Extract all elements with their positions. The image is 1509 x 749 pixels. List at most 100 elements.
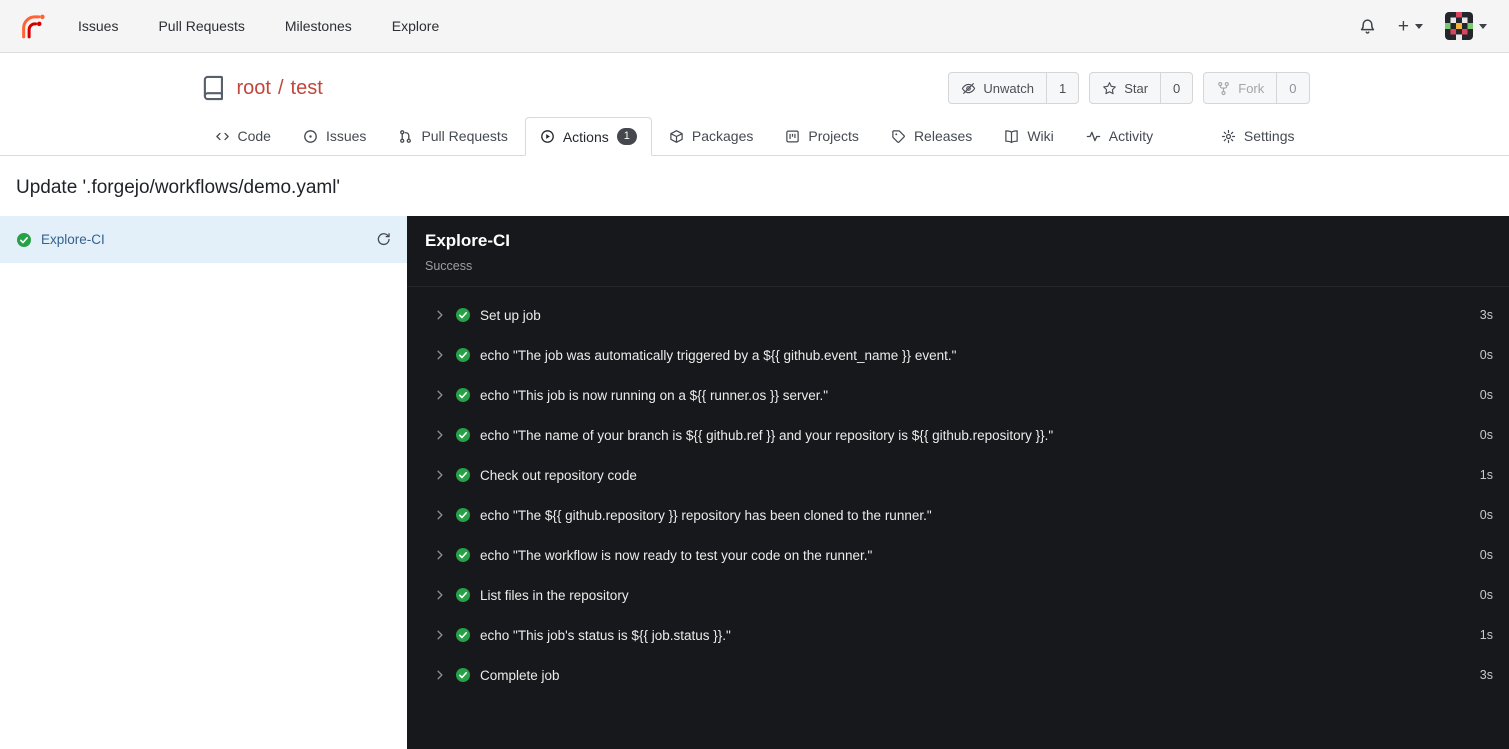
repo-owner-link[interactable]: root	[237, 77, 271, 100]
tab-settings[interactable]: Settings	[1206, 117, 1310, 155]
jobs-sidebar: Explore-CI	[0, 216, 407, 749]
chevron-right-icon[interactable]	[434, 509, 446, 521]
step-row[interactable]: echo "This job is now running on a ${{ r…	[407, 375, 1509, 415]
chevron-right-icon[interactable]	[434, 589, 446, 601]
chevron-right-icon[interactable]	[434, 669, 446, 681]
repo-title: root / test	[237, 77, 323, 100]
repo-path-separator: /	[277, 76, 284, 99]
step-name: echo "The workflow is now ready to test …	[480, 547, 873, 563]
job-name: Explore-CI	[41, 232, 105, 247]
avatar	[1445, 12, 1473, 40]
star-button-group: Star 0	[1089, 72, 1194, 104]
tab-issues[interactable]: Issues	[288, 117, 381, 155]
step-duration: 1s	[1479, 628, 1493, 642]
success-check-icon	[456, 388, 470, 402]
tab-wiki[interactable]: Wiki	[989, 117, 1068, 155]
step-row[interactable]: Set up job 3s	[407, 295, 1509, 335]
nav-link-pull-requests[interactable]: Pull Requests	[158, 18, 244, 34]
success-check-icon	[456, 308, 470, 322]
step-row[interactable]: echo "The name of your branch is ${{ git…	[407, 415, 1509, 455]
chevron-right-icon[interactable]	[434, 309, 446, 321]
repo-name-link[interactable]: test	[291, 77, 323, 100]
repo-action-buttons: Unwatch 1 Star 0 Fork 0	[948, 72, 1310, 104]
eye-slash-icon	[962, 82, 976, 94]
watchers-count[interactable]: 1	[1045, 73, 1078, 103]
unwatch-label: Unwatch	[983, 80, 1034, 96]
run-body: Explore-CI Explore-CI Success Set up job…	[0, 216, 1509, 749]
chevron-down-icon	[1479, 23, 1487, 29]
nav-link-issues[interactable]: Issues	[78, 18, 118, 34]
repo-book-icon	[200, 75, 226, 101]
unwatch-button[interactable]: Unwatch	[949, 73, 1046, 103]
success-check-icon	[456, 548, 470, 562]
unwatch-button-group: Unwatch 1	[948, 72, 1080, 104]
gear-icon	[1221, 129, 1236, 143]
star-button[interactable]: Star	[1090, 73, 1160, 103]
step-row[interactable]: Complete job 3s	[407, 655, 1509, 695]
chevron-right-icon[interactable]	[434, 429, 446, 441]
navbar-right: +	[1359, 12, 1487, 40]
rerun-job-icon[interactable]	[376, 232, 391, 247]
success-check-icon	[456, 468, 470, 482]
step-row[interactable]: echo "This job's status is ${{ job.statu…	[407, 615, 1509, 655]
nav-link-explore[interactable]: Explore	[392, 18, 439, 34]
create-new-button[interactable]: +	[1398, 17, 1423, 36]
chevron-right-icon[interactable]	[434, 389, 446, 401]
job-list-item-explore-ci[interactable]: Explore-CI	[0, 216, 407, 263]
notifications-bell-icon[interactable]	[1359, 18, 1376, 35]
forgejo-logo-icon[interactable]	[18, 11, 48, 41]
plus-icon: +	[1397, 15, 1409, 37]
star-label: Star	[1124, 80, 1149, 96]
step-name: echo "This job is now running on a ${{ r…	[480, 387, 829, 403]
chevron-right-icon[interactable]	[434, 469, 446, 481]
tab-packages[interactable]: Packages	[654, 117, 768, 155]
step-row[interactable]: echo "The ${{ github.repository }} repos…	[407, 495, 1509, 535]
step-row[interactable]: Check out repository code 1s	[407, 455, 1509, 495]
step-name: Complete job	[480, 667, 560, 683]
tab-actions[interactable]: Actions 1	[524, 117, 652, 156]
repo-tabs-bar: Code Issues Pull Requests Actions 1 Pack…	[0, 117, 1509, 156]
fork-label: Fork	[1238, 80, 1265, 96]
issue-icon	[304, 129, 317, 143]
user-menu[interactable]	[1445, 12, 1487, 40]
project-board-icon	[786, 130, 800, 142]
chevron-right-icon[interactable]	[434, 549, 446, 561]
step-duration: 0s	[1479, 548, 1493, 562]
step-duration: 0s	[1479, 588, 1493, 602]
step-name: echo "The job was automatically triggere…	[480, 347, 957, 363]
step-duration: 3s	[1479, 308, 1493, 322]
play-circle-icon	[540, 130, 554, 143]
step-row[interactable]: echo "The job was automatically triggere…	[407, 335, 1509, 375]
chevron-down-icon	[1415, 23, 1423, 29]
step-row[interactable]: echo "The workflow is now ready to test …	[407, 535, 1509, 575]
tab-projects[interactable]: Projects	[770, 117, 874, 155]
fork-button-group: Fork 0	[1203, 72, 1310, 104]
success-check-icon	[456, 508, 470, 522]
repo-header: root / test Unwatch 1 Star 0 Fork 0 Code…	[0, 53, 1509, 156]
chevron-right-icon[interactable]	[434, 629, 446, 641]
step-duration: 0s	[1479, 508, 1493, 522]
forks-count[interactable]: 0	[1276, 73, 1308, 103]
fork-button[interactable]: Fork	[1204, 73, 1276, 103]
step-name: echo "The name of your branch is ${{ git…	[480, 427, 1054, 443]
pull-request-icon	[400, 129, 412, 143]
tag-icon	[892, 129, 905, 143]
stars-count[interactable]: 0	[1160, 73, 1192, 103]
tab-activity[interactable]: Activity	[1071, 117, 1168, 155]
success-check-icon	[456, 668, 470, 682]
step-name: echo "This job's status is ${{ job.statu…	[480, 627, 731, 643]
success-check-icon	[456, 588, 470, 602]
step-duration: 3s	[1479, 668, 1493, 682]
tab-pull-requests[interactable]: Pull Requests	[383, 117, 522, 155]
step-name: List files in the repository	[480, 587, 629, 603]
chevron-right-icon[interactable]	[434, 349, 446, 361]
nav-link-milestones[interactable]: Milestones	[285, 18, 352, 34]
success-check-icon	[456, 428, 470, 442]
tab-code[interactable]: Code	[200, 117, 286, 155]
success-check-icon	[17, 232, 31, 247]
success-check-icon	[456, 628, 470, 642]
tab-releases[interactable]: Releases	[876, 117, 987, 155]
job-detail-panel: Explore-CI Success Set up job 3s echo "T…	[407, 216, 1509, 749]
job-title: Explore-CI	[425, 231, 511, 250]
step-row[interactable]: List files in the repository 0s	[407, 575, 1509, 615]
